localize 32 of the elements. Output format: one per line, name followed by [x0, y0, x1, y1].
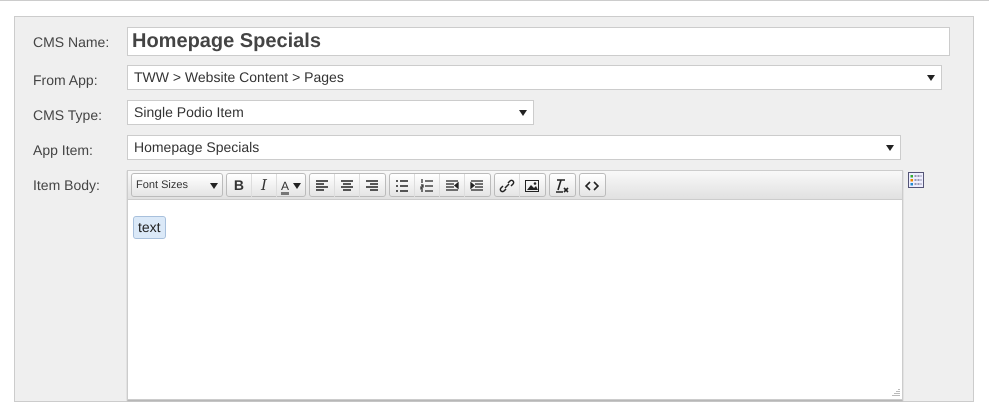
select-field[interactable]: TWW > Website Content > Pages [127, 65, 942, 90]
align-left-icon [314, 178, 330, 194]
field-label: From App: [33, 71, 99, 90]
field-label: Item Body: [33, 176, 101, 195]
field-label: CMS Name: [33, 33, 110, 52]
bold-button[interactable]: B [226, 174, 252, 197]
link-icon [498, 178, 515, 194]
text-color-button[interactable]: A [276, 174, 305, 197]
caret-icon [519, 110, 527, 116]
caret-icon [210, 182, 218, 188]
rich-text-editor[interactable]: Font Sizes B I A text [127, 170, 903, 400]
bulleted-list-icon [394, 178, 410, 194]
caret-icon [292, 182, 301, 188]
indent-icon [469, 178, 486, 194]
resize-grip-icon[interactable] [891, 388, 900, 397]
numbered-list-icon [418, 178, 435, 194]
align-center-icon [338, 178, 355, 194]
image-icon [524, 178, 540, 194]
caret-icon [927, 74, 935, 80]
select-field[interactable]: Single Podio Item [127, 100, 534, 125]
text-tag: text [133, 216, 166, 239]
font-size-dropdown[interactable]: Font Sizes [132, 174, 222, 197]
select-field[interactable]: Homepage Specials [127, 135, 901, 160]
outdent-icon [444, 178, 460, 194]
text-field[interactable]: Homepage Specials [127, 27, 950, 56]
italic-button[interactable]: I [252, 174, 277, 197]
list-view-icon[interactable] [908, 172, 924, 188]
clear-formatting-icon [554, 178, 570, 194]
align-right-icon [364, 178, 380, 194]
caret-icon [886, 144, 894, 150]
field-label: CMS Type: [33, 106, 103, 125]
field-label: App Item: [33, 141, 94, 160]
